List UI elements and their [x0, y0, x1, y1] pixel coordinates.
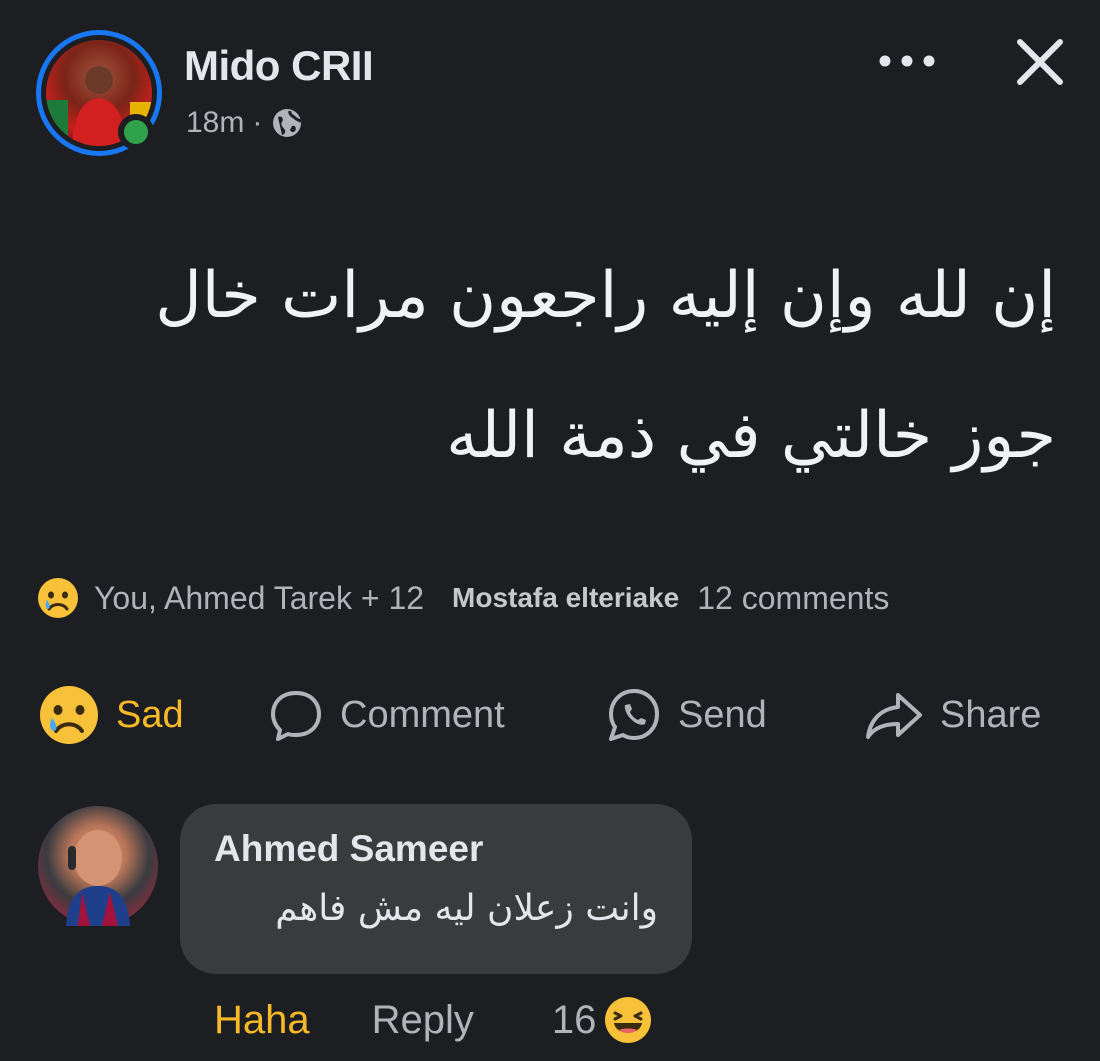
comment-reaction-count[interactable]: 16	[552, 998, 597, 1043]
post-text-line: جوز خالتي في ذمة الله	[446, 399, 1056, 473]
post-time[interactable]: 18m	[186, 106, 244, 140]
comment-author[interactable]: Ahmed Sameer	[214, 828, 658, 870]
post-action-bar: Sad Comment Send Share	[36, 680, 1066, 750]
post-text-line: إن لله وإن إليه راجعون مرات خال	[155, 259, 1056, 333]
send-label: Send	[678, 693, 767, 736]
commenter-name[interactable]: Mostafa elteriake	[452, 582, 679, 614]
commenter-photo	[66, 830, 130, 926]
comment-label: Comment	[340, 693, 505, 736]
whatsapp-icon	[609, 689, 659, 741]
send-button[interactable]: Send	[604, 685, 862, 745]
comment-icon	[271, 691, 321, 741]
share-label: Share	[940, 693, 1042, 736]
comment-actions: Haha Reply 16	[214, 994, 654, 1046]
meta-separator: ·	[252, 106, 263, 139]
comment-button[interactable]: Comment	[266, 685, 604, 745]
comment-text: وانت زعلان ليه مش فاهم	[275, 888, 658, 929]
globe-icon	[273, 109, 303, 137]
reactions-summary: You, Ahmed Tarek + 12 Mostafa elteriake …	[36, 574, 1066, 622]
sad-emoji-icon	[40, 686, 98, 744]
post-screen: Mido CRII 18m · إن لله وإن إليه راجعون م…	[0, 0, 1100, 1061]
online-status-dot	[118, 114, 154, 150]
haha-reaction-button[interactable]: Haha	[214, 998, 310, 1043]
share-button[interactable]: Share	[862, 685, 1041, 745]
post-author-name[interactable]: Mido CRII	[184, 42, 374, 90]
close-icon	[1017, 39, 1063, 85]
reacted-by-text[interactable]: You, Ahmed Tarek + 12	[94, 580, 424, 617]
post-meta: 18m ·	[186, 106, 304, 140]
sad-emoji-icon[interactable]	[36, 576, 80, 620]
more-horizontal-icon	[879, 55, 935, 67]
commenter-avatar[interactable]	[38, 806, 158, 926]
sad-reaction-button[interactable]: Sad	[36, 682, 266, 748]
more-options-button[interactable]	[872, 36, 942, 86]
reply-button[interactable]: Reply	[372, 998, 474, 1043]
post-text: إن لله وإن إليه راجعون مرات خال جوز خالت…	[36, 226, 1056, 506]
comment-bubble[interactable]: Ahmed Sameer وانت زعلان ليه مش فاهم	[180, 804, 692, 974]
sad-label: Sad	[116, 693, 184, 736]
close-button[interactable]	[1010, 32, 1070, 92]
laughing-emoji-icon[interactable]	[602, 994, 654, 1046]
share-icon	[866, 693, 922, 739]
comments-count[interactable]: 12 comments	[697, 580, 889, 617]
